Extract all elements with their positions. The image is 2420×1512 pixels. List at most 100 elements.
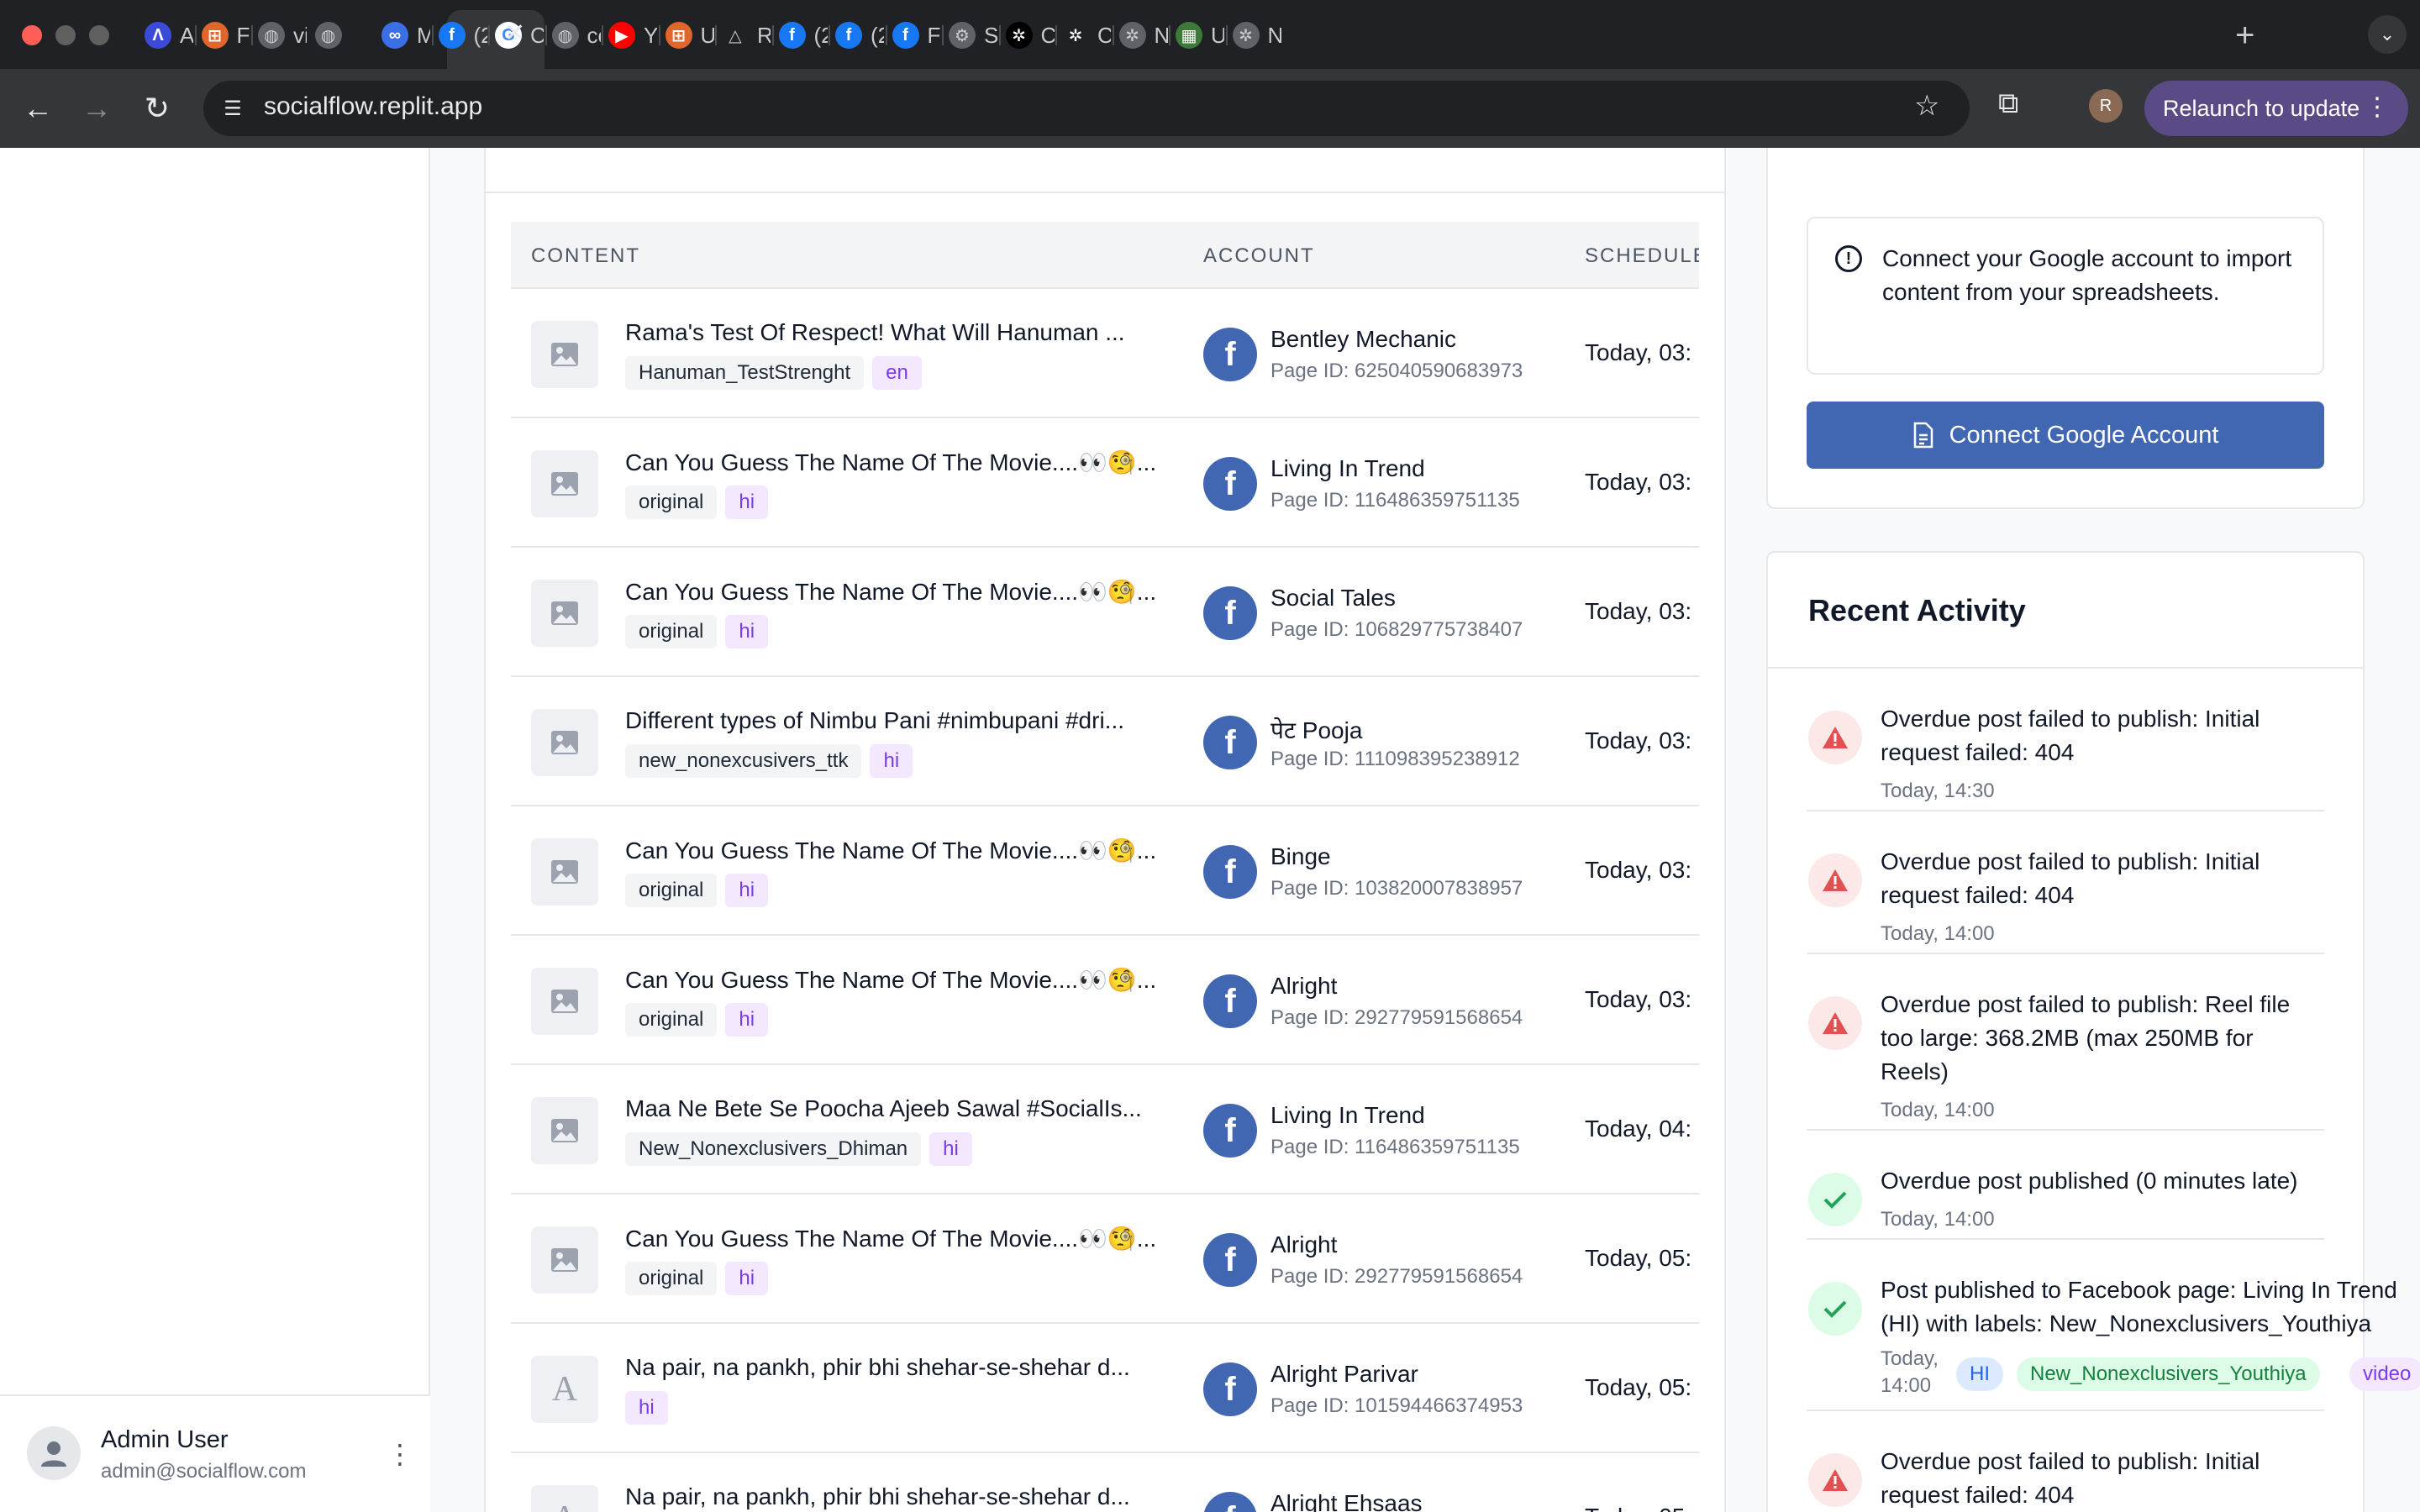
- more-menu-icon[interactable]: ⋮: [2365, 92, 2390, 122]
- browser-tab[interactable]: f Fa: [892, 15, 941, 55]
- connect-google-button[interactable]: Connect Google Account: [1807, 402, 2324, 469]
- post-title[interactable]: Can You Guess The Name Of The Movie....👀…: [625, 1225, 1163, 1252]
- thumb-letter: A: [551, 1370, 578, 1409]
- table-row[interactable]: Maa Ne Bete Se Poocha Ajeeb Sawal #Socia…: [511, 1065, 1699, 1194]
- post-title[interactable]: Na pair, na pankh, phir bhi shehar-se-sh…: [625, 1354, 1163, 1381]
- profile-avatar[interactable]: R: [2089, 89, 2123, 123]
- tab-separator: [885, 25, 887, 45]
- minimize-window-button[interactable]: [55, 25, 76, 45]
- image-placeholder-icon: [531, 450, 598, 517]
- url-text[interactable]: socialflow.replit.app: [264, 92, 482, 121]
- clapper-icon: ▦: [1176, 22, 1202, 49]
- facebook-icon: f: [892, 22, 919, 49]
- schedule-time: Today, 03:: [1585, 986, 1692, 1012]
- table-row[interactable]: Can You Guess The Name Of The Movie....👀…: [511, 936, 1699, 1065]
- new-tab-button[interactable]: +: [2235, 15, 2254, 55]
- column-header-account[interactable]: ACCOUNT: [1203, 244, 1315, 268]
- post-title[interactable]: Can You Guess The Name Of The Movie....👀…: [625, 449, 1163, 476]
- activity-message: Post published to Facebook page: Living …: [1881, 1277, 2397, 1303]
- table-row[interactable]: Different types of Nimbu Pani #nimbupani…: [511, 677, 1699, 806]
- column-header-schedule[interactable]: SCHEDULE: [1585, 244, 1699, 268]
- browser-tab[interactable]: f (20: [438, 15, 487, 55]
- browser-tab[interactable]: ⊞ Us: [665, 15, 714, 55]
- post-tags: original hi: [625, 486, 769, 519]
- browser-tab[interactable]: ▶ Yo: [608, 15, 657, 55]
- browser-tab[interactable]: ✲ Cu: [1062, 15, 1111, 55]
- tab-separator: [194, 25, 197, 45]
- browser-tab[interactable]: ◍ vid: [258, 15, 307, 55]
- close-window-button[interactable]: [22, 25, 42, 45]
- table-row[interactable]: Can You Guess The Name Of The Movie....👀…: [511, 548, 1699, 677]
- tab-search-button[interactable]: ⌄: [2368, 15, 2407, 54]
- browser-tab[interactable]: ∞ Me: [381, 15, 430, 55]
- post-title[interactable]: Different types of Nimbu Pani #nimbupani…: [625, 707, 1163, 734]
- browser-tab[interactable]: f (20: [778, 15, 828, 55]
- table-header: CONTENT ACCOUNT SCHEDULE: [511, 222, 1699, 289]
- browser-tab[interactable]: ⚙ Se: [949, 15, 997, 55]
- post-title[interactable]: Rama's Test Of Respect! What Will Hanuma…: [625, 319, 1163, 346]
- browser-tab[interactable]: ✲ Ne: [1118, 15, 1168, 55]
- asana-icon: Λ: [145, 22, 171, 49]
- activity-time: Today,: [1881, 1347, 1939, 1370]
- table-row[interactable]: A Na pair, na pankh, phir bhi shehar-se-s…: [511, 1453, 1699, 1512]
- post-title[interactable]: Can You Guess The Name Of The Movie....👀…: [625, 837, 1163, 864]
- thumb-letter: A: [552, 1499, 577, 1512]
- activity-message: request failed: 404: [1881, 882, 2075, 908]
- document-icon: [1913, 422, 1933, 449]
- post-tags: hi: [625, 1391, 668, 1425]
- user-avatar[interactable]: [27, 1426, 81, 1480]
- column-header-content[interactable]: CONTENT: [531, 244, 640, 268]
- close-tab-icon[interactable]: ✕: [504, 18, 525, 49]
- post-title[interactable]: Can You Guess The Name Of The Movie....👀…: [625, 966, 1163, 994]
- account-name: Binge: [1270, 843, 1331, 869]
- label-tag: new_nonexcusivers_ttk: [625, 744, 862, 778]
- post-title[interactable]: Maa Ne Bete Se Poocha Ajeeb Sawal #Socia…: [625, 1095, 1163, 1122]
- globe-icon: ◍: [551, 22, 579, 49]
- browser-tab[interactable]: △ Re: [722, 15, 771, 55]
- tab-separator: [602, 25, 603, 45]
- browser-tab[interactable]: ◍ co: [551, 15, 601, 55]
- facebook-icon: f: [1203, 1233, 1257, 1287]
- gear-icon: ⚙: [949, 22, 976, 49]
- post-title[interactable]: Can You Guess The Name Of The Movie....👀…: [625, 578, 1163, 606]
- language-tag: hi: [725, 1003, 769, 1037]
- table-row[interactable]: Can You Guess The Name Of The Movie....👀…: [511, 1194, 1699, 1324]
- tab-separator: [251, 25, 253, 45]
- facebook-icon: f: [1203, 586, 1257, 640]
- browser-tab[interactable]: ⊞ Fa: [201, 15, 250, 55]
- user-menu-icon[interactable]: ⋮: [387, 1438, 413, 1470]
- tab-separator: [544, 25, 547, 45]
- table-row[interactable]: A Na pair, na pankh, phir bhi shehar-se-s…: [511, 1324, 1699, 1453]
- table-row[interactable]: Rama's Test Of Respect! What Will Hanuma…: [511, 289, 1699, 418]
- account-page-id: Page ID: 106829775738407: [1270, 618, 1523, 641]
- relaunch-button[interactable]: Relaunch to update ⋮: [2144, 81, 2408, 136]
- table-row[interactable]: Can You Guess The Name Of The Movie....👀…: [511, 418, 1699, 548]
- forward-button[interactable]: →: [76, 87, 118, 129]
- image-placeholder-icon: [531, 1097, 598, 1164]
- language-tag: hi: [725, 486, 769, 519]
- account-name: Bentley Mechanic: [1270, 326, 1457, 352]
- browser-tab[interactable]: ✲ Ne: [1232, 15, 1281, 55]
- site-info-icon[interactable]: ☰: [215, 91, 250, 126]
- text-post-icon: A: [531, 1356, 598, 1423]
- activity-badge: HI: [1956, 1357, 2003, 1391]
- bookmark-star-icon[interactable]: ☆: [1914, 89, 1939, 123]
- table-row[interactable]: Can You Guess The Name Of The Movie....👀…: [511, 806, 1699, 936]
- schedule-time: Today, 03:: [1585, 727, 1692, 753]
- activity-time: Today, 14:30: [1881, 780, 1995, 802]
- reload-button[interactable]: ↻: [136, 87, 178, 129]
- back-button[interactable]: ←: [17, 87, 59, 129]
- browser-tab[interactable]: f (20: [835, 15, 884, 55]
- browser-tab[interactable]: ✲ Cu: [1005, 15, 1055, 55]
- post-title[interactable]: Na pair, na pankh, phir bhi shehar-se-sh…: [625, 1483, 1163, 1510]
- zoom-window-button[interactable]: [89, 25, 109, 45]
- activity-message: request failed: 404: [1881, 1482, 2075, 1508]
- post-tags: new_nonexcusivers_ttk hi: [625, 744, 913, 778]
- language-tag: hi: [725, 874, 769, 907]
- tab-label: Cu: [1097, 22, 1111, 48]
- browser-tab[interactable]: ▦ Un: [1176, 15, 1224, 55]
- account-page-id: Page ID: 292779591568654: [1270, 1006, 1523, 1029]
- browser-tab[interactable]: Λ As: [145, 15, 193, 55]
- activity-message: Overdue post failed to publish: Initial: [1881, 848, 2260, 874]
- extensions-icon[interactable]: ⧉: [1998, 87, 2018, 120]
